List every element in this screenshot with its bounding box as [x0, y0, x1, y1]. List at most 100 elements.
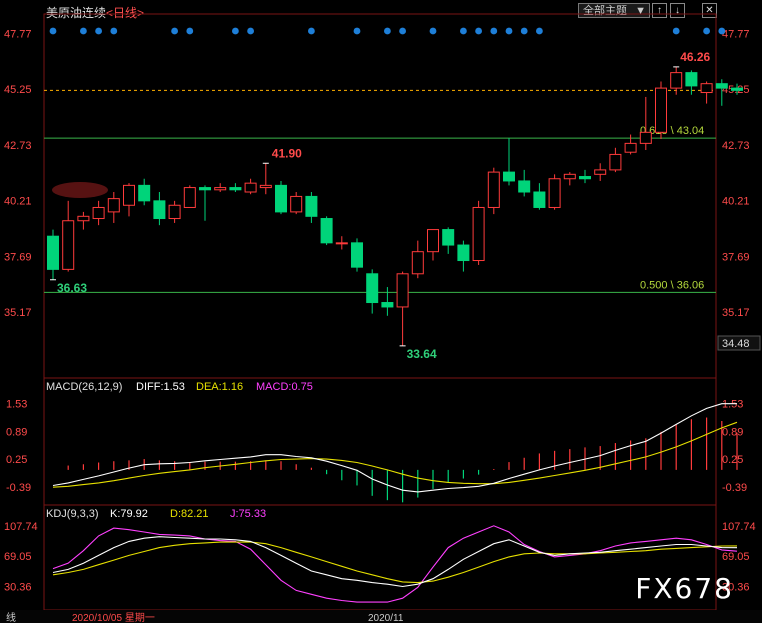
candle-body-23	[396, 273, 409, 308]
candle-body-4	[107, 198, 120, 213]
candle-body-38	[624, 142, 637, 153]
macd-legend-2: MACD:0.75	[256, 381, 313, 393]
candle-body-10	[199, 187, 211, 191]
candle-body-44	[715, 83, 728, 89]
kdj-title: KDJ(9,3,3)	[46, 508, 99, 520]
high-marker-label: 46.26	[680, 50, 710, 64]
event-dot-5	[186, 27, 194, 35]
macd-tick-left-1: 0.89	[6, 426, 27, 438]
event-dot-17	[520, 27, 528, 35]
price-tick-left-0: 47.77	[4, 29, 32, 41]
kdj-legend-2: J:75.33	[230, 508, 266, 520]
candle-body-43	[700, 83, 713, 94]
price-tick-left-5: 35.17	[4, 307, 32, 319]
event-dot-1	[80, 27, 87, 35]
candle-body-1	[62, 220, 75, 270]
macd-tick-left-3: -0.39	[6, 482, 31, 494]
macd-title: MACD(26,12,9)	[46, 381, 122, 393]
panel-frame-2	[43, 504, 717, 611]
candle-body-6	[138, 184, 151, 202]
macd-tick-right-0: 1.53	[722, 399, 743, 411]
kdj-tick-left-0: 107.74	[4, 521, 38, 533]
macd-tick-left-0: 1.53	[6, 399, 27, 411]
candle-body-9	[183, 187, 196, 208]
candle-body-20	[351, 242, 363, 268]
event-dot-9	[353, 27, 361, 35]
event-dot-20	[703, 27, 710, 35]
candle-body-36	[594, 169, 607, 175]
event-dot-8	[308, 27, 315, 35]
macd-diff-line	[52, 403, 737, 493]
candle-body-27	[457, 244, 470, 262]
candle-body-7	[153, 200, 166, 220]
event-dot-4	[171, 27, 179, 35]
candle-body-5	[123, 184, 135, 206]
fib-label-1: 0.500 \ 36.06	[640, 279, 704, 291]
low-marker-label: 33.64	[407, 347, 437, 361]
candle-body-32	[533, 191, 546, 208]
price-tick-right-3: 40.21	[722, 196, 750, 208]
event-dot-18	[536, 27, 543, 35]
footer-left-label: 线	[6, 611, 16, 623]
chart-canvas: 47.7747.7745.2545.2542.7342.7340.2140.21…	[0, 13, 762, 623]
macd-legend-1: DEA:1.16	[196, 381, 243, 393]
candle-body-8	[168, 204, 181, 220]
watermark: FX678	[635, 572, 734, 605]
price-tick-left-1: 45.25	[4, 84, 32, 96]
candle-body-35	[579, 176, 591, 180]
event-dot-16	[505, 27, 513, 35]
macd-dea-line	[52, 421, 738, 488]
candle-body-18	[320, 218, 333, 244]
candle-body-19	[335, 242, 348, 245]
footer-date-start: 2020/10/05 星期一	[72, 612, 155, 623]
macd-tick-right-2: 0.25	[722, 454, 743, 466]
start-low-marker-label: 36.63	[57, 281, 87, 295]
event-dot-6	[232, 27, 239, 35]
price-tick-left-2: 42.73	[4, 140, 32, 152]
event-dot-21	[718, 27, 726, 35]
event-dot-2	[95, 27, 102, 35]
kdj-tick-right-0: 107.74	[722, 521, 756, 533]
kdj-tick-left-1: 69.05	[4, 551, 32, 563]
candle-body-0	[47, 235, 59, 270]
candle-body-16	[290, 195, 303, 213]
event-dot-14	[475, 27, 482, 35]
price-tick-right-0: 47.77	[722, 29, 750, 41]
event-dot-3	[110, 27, 118, 35]
event-dot-10	[384, 27, 391, 35]
kdj-tick-right-1: 69.05	[722, 551, 750, 563]
candle-body-30	[503, 171, 515, 182]
candle-body-11	[214, 187, 227, 191]
panel-frame-1	[43, 377, 717, 506]
event-dot-0	[49, 27, 57, 35]
footer-date-mid: 2020/11	[368, 613, 404, 623]
candle-body-24	[411, 251, 424, 275]
annotation-blob	[52, 182, 108, 198]
kdj-legend-0: K:79.92	[110, 508, 148, 520]
event-dot-15	[490, 27, 498, 35]
candle-body-26	[442, 229, 455, 246]
price-tick-right-2: 42.73	[722, 140, 750, 152]
candle-body-40	[655, 87, 667, 133]
candle-body-3	[92, 206, 105, 220]
kdj-legend-1: D:82.21	[170, 508, 209, 520]
event-dot-12	[429, 27, 437, 35]
event-dot-7	[247, 27, 255, 35]
macd-tick-left-2: 0.25	[6, 454, 27, 466]
candle-body-33	[548, 178, 561, 208]
candle-body-37	[609, 153, 622, 171]
candle-body-12	[229, 187, 242, 191]
candle-body-29	[487, 171, 500, 208]
candle-body-45	[731, 87, 743, 91]
event-dot-13	[460, 27, 467, 35]
price-tick-right-5: 35.17	[722, 307, 750, 319]
kdj-tick-left-2: 30.36	[4, 581, 32, 593]
candle-body-28	[472, 206, 485, 262]
event-dot-19	[672, 27, 680, 35]
candle-body-42	[685, 72, 698, 87]
current-price-label: 34.48	[722, 338, 750, 350]
event-dot-11	[399, 27, 406, 35]
candle-body-22	[381, 302, 394, 308]
macd-tick-right-3: -0.39	[722, 482, 747, 494]
price-tick-right-4: 37.69	[722, 251, 750, 263]
